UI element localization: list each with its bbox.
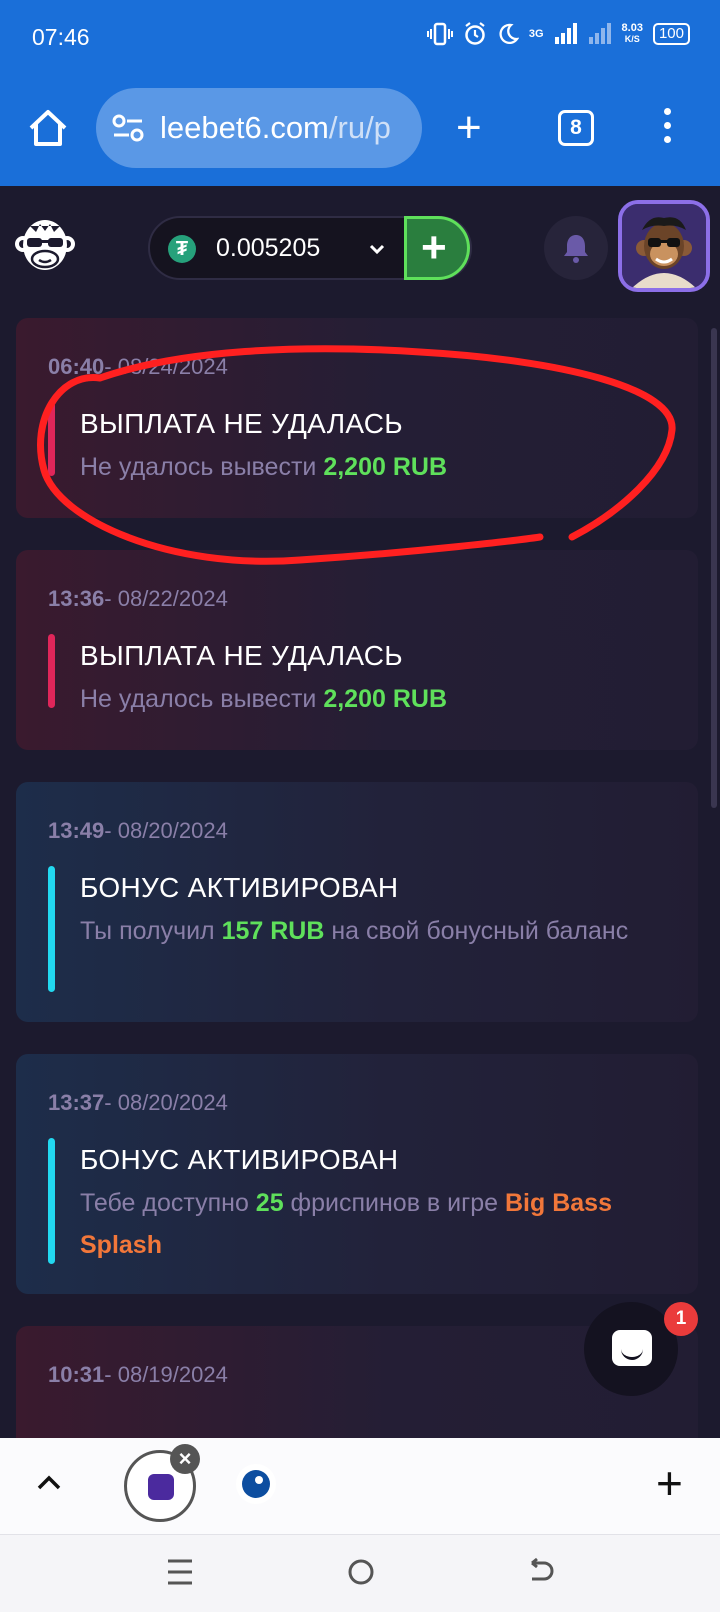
chevron-up-icon[interactable]	[36, 1472, 62, 1492]
back-icon[interactable]	[524, 1557, 554, 1587]
scrollbar[interactable]	[711, 328, 717, 808]
notification-message-tail: на свой бонусный баланс	[324, 917, 629, 945]
notification-accent-bar	[48, 866, 55, 992]
notification-time: 13:49	[48, 818, 105, 843]
notification-title: ВЫПЛАТА НЕ УДАЛАСЬ	[80, 408, 403, 439]
notification-card[interactable]: 13:49- 08/20/2024 БОНУС АКТИВИРОВАН Ты п…	[16, 782, 698, 1022]
status-bar: 07:46 3G 8.03 K/S 100	[0, 0, 720, 72]
notification-card[interactable]: 13:37- 08/20/2024 БОНУС АКТИВИРОВАН Тебе…	[16, 1054, 698, 1294]
chevron-down-icon[interactable]	[368, 240, 386, 258]
deposit-button[interactable]: +	[404, 216, 470, 280]
notification-amount: 157 RUB	[221, 917, 325, 945]
notification-title: БОНУС АКТИВИРОВАН	[80, 872, 399, 903]
url-path: /ru/p	[328, 110, 391, 145]
notification-message-text: Не удалось вывести	[80, 685, 324, 713]
browser-tab-strip: × +	[0, 1438, 720, 1534]
user-avatar[interactable]	[618, 200, 710, 292]
home-circle-icon[interactable]	[346, 1557, 376, 1587]
usdt-icon: ₮	[168, 235, 196, 263]
notification-time: 13:37	[48, 1090, 105, 1115]
notification-date: - 08/20/2024	[104, 1090, 228, 1115]
notification-timestamp: 10:31- 08/19/2024	[48, 1362, 228, 1388]
system-nav-bar	[0, 1534, 720, 1612]
status-time: 07:46	[32, 24, 90, 50]
monkey-logo-icon[interactable]	[14, 214, 76, 276]
tab-bubble-2[interactable]	[236, 1464, 276, 1504]
balance-value: 0.005205	[216, 234, 321, 262]
bell-icon	[564, 235, 588, 263]
notification-timestamp: 13:49- 08/20/2024	[48, 818, 228, 844]
new-tab-plus-icon[interactable]: +	[656, 1460, 683, 1506]
notification-card[interactable]: 13:36- 08/22/2024 ВЫПЛАТА НЕ УДАЛАСЬ Не …	[16, 550, 698, 750]
notification-timestamp: 06:40- 08/24/2024	[48, 354, 228, 380]
recents-menu-icon[interactable]	[166, 1557, 194, 1587]
network-type: 3G	[528, 27, 544, 40]
tab-switcher-button[interactable]: 8	[558, 110, 594, 146]
more-menu-icon[interactable]	[664, 108, 672, 150]
notification-message: Ты получил 157 RUB на свой бонусный бала…	[80, 910, 640, 952]
net-speed-unit: K/S	[624, 34, 640, 44]
deposit-plus: +	[421, 223, 447, 272]
balance-selector[interactable]: ₮ 0.005205 +	[148, 216, 472, 280]
notification-message: Тебе доступно 25 фриспинов в игре Big Ba…	[80, 1182, 640, 1266]
notification-date: - 08/24/2024	[104, 354, 228, 379]
notification-time: 13:36	[48, 586, 105, 611]
notification-message: Не удалось вывести 2,200 RUB	[80, 678, 640, 720]
notification-amount: 25	[255, 1189, 284, 1217]
notification-message-text: Тебе доступно	[80, 1189, 256, 1217]
notification-accent-bar	[48, 1138, 55, 1264]
monkey-avatar-icon	[622, 204, 706, 288]
notifications-button[interactable]	[544, 216, 608, 280]
url-host: leebet6.com	[160, 110, 329, 145]
signal-icon	[554, 23, 577, 44]
signal-weak-icon	[588, 23, 611, 44]
notification-message-text: Ты получил	[80, 917, 222, 945]
chat-icon	[612, 1330, 652, 1366]
new-tab-icon[interactable]: +	[456, 106, 482, 150]
notification-message: Не удалось вывести 2,200 RUB	[80, 446, 640, 488]
notification-time: 10:31	[48, 1362, 105, 1387]
notification-message-text: Не удалось вывести	[80, 453, 324, 481]
notification-feed[interactable]: 06:40- 08/24/2024 ВЫПЛАТА НЕ УДАЛАСЬ Не …	[0, 314, 720, 1438]
moon-icon	[499, 23, 519, 44]
net-speed: 8.03 K/S	[622, 23, 643, 45]
browser-toolbar: leebet6.com/ru/p + 8	[0, 72, 720, 186]
site-settings-icon[interactable]	[112, 114, 144, 142]
notification-timestamp: 13:36- 08/22/2024	[48, 586, 228, 612]
notification-message-tail: фриспинов в игре	[283, 1189, 505, 1217]
notification-title: ВЫПЛАТА НЕ УДАЛАСЬ	[80, 640, 403, 671]
alarm-icon	[465, 22, 485, 45]
notification-time: 06:40	[48, 354, 105, 379]
address-bar[interactable]: leebet6.com/ru/p	[96, 88, 422, 168]
notification-date: - 08/20/2024	[104, 818, 228, 843]
notification-amount: 2,200 RUB	[323, 685, 447, 713]
net-speed-value: 8.03	[621, 22, 643, 34]
vibrate-icon	[426, 22, 453, 46]
notification-accent-bar	[48, 634, 55, 708]
site-header: ₮ 0.005205 +	[0, 186, 720, 314]
chat-unread-badge: 1	[664, 1302, 698, 1336]
notification-date: - 08/22/2024	[104, 586, 228, 611]
notification-date: - 08/19/2024	[104, 1362, 228, 1387]
notification-accent-bar	[48, 402, 55, 476]
notification-title: БОНУС АКТИВИРОВАН	[80, 1144, 399, 1175]
site-favicon-icon	[148, 1474, 174, 1500]
eye-favicon-icon	[242, 1470, 270, 1498]
status-icons: 3G 8.03 K/S 100	[426, 22, 690, 46]
close-tab-icon[interactable]: ×	[170, 1444, 200, 1474]
url-text[interactable]: leebet6.com/ru/p	[160, 110, 391, 146]
notification-card[interactable]: 06:40- 08/24/2024 ВЫПЛАТА НЕ УДАЛАСЬ Не …	[16, 318, 698, 518]
battery-icon: 100	[652, 23, 690, 45]
notification-amount: 2,200 RUB	[323, 453, 447, 481]
notification-timestamp: 13:37- 08/20/2024	[48, 1090, 228, 1116]
home-icon[interactable]	[26, 106, 70, 150]
